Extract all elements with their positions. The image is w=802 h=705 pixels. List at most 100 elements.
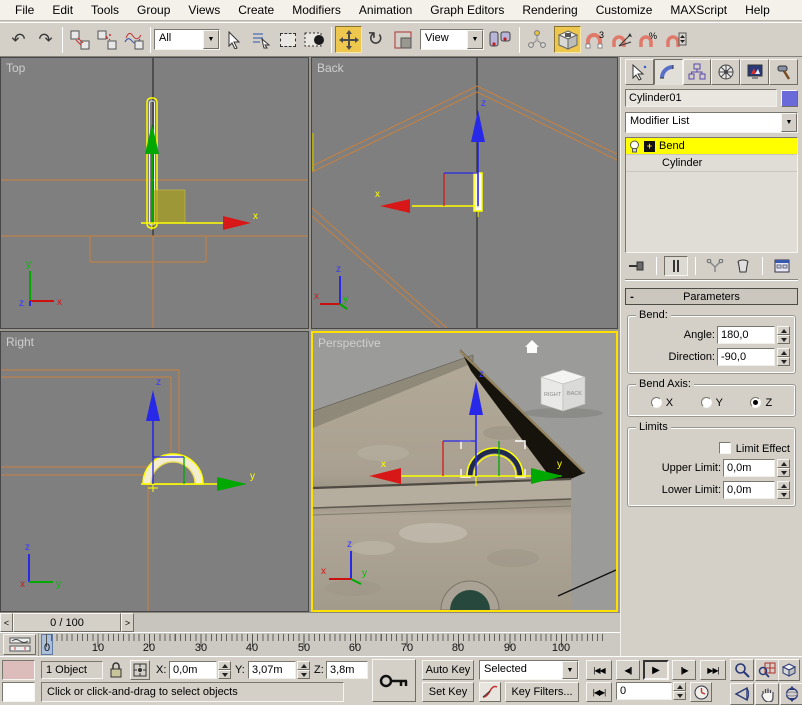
menu-file[interactable]: File (6, 1, 43, 19)
x-coord-spinner[interactable] (218, 661, 231, 679)
play-button[interactable]: ▶ (643, 660, 669, 680)
maxscript-mini-listener-pink[interactable] (2, 660, 35, 680)
tab-utilities[interactable] (769, 59, 798, 85)
y-coord-field[interactable] (248, 661, 296, 679)
menu-animation[interactable]: Animation (350, 1, 421, 19)
time-slider-prev-button[interactable]: < (0, 613, 13, 632)
limit-effect-checkbox[interactable]: Limit Effect (719, 442, 790, 455)
lightbulb-icon[interactable] (629, 140, 640, 153)
y-coord-spinner[interactable] (297, 661, 310, 679)
viewport-perspective[interactable]: Perspective (311, 331, 618, 612)
absolute-mode-toggle[interactable] (130, 660, 150, 680)
bind-to-spacewarp-button[interactable] (120, 26, 147, 53)
upper-limit-spinner[interactable] (777, 459, 790, 477)
menu-graph-editors[interactable]: Graph Editors (421, 1, 513, 19)
bend-axis-y-radio[interactable]: Y (701, 397, 723, 409)
percent-snap-button[interactable]: % (635, 26, 662, 53)
next-frame-button[interactable]: ||▶ (672, 660, 696, 680)
pin-stack-button[interactable] (625, 256, 649, 276)
tab-motion[interactable] (711, 59, 740, 85)
gizmo-xy-plane[interactable] (154, 190, 185, 223)
tab-modify[interactable] (654, 59, 683, 85)
time-slider-handle[interactable]: 0 / 100 (13, 613, 121, 632)
viewport-right[interactable]: Right y (0, 331, 309, 612)
zoom-extents-button[interactable] (778, 659, 800, 681)
select-and-link-button[interactable] (66, 26, 93, 53)
previous-frame-button[interactable]: ◀|| (616, 660, 640, 680)
angle-field[interactable] (717, 326, 775, 344)
field-of-view-button[interactable] (730, 683, 754, 705)
object-color-swatch[interactable] (781, 90, 798, 107)
undo-button[interactable]: ↶ (5, 26, 32, 53)
window-crossing-button[interactable] (301, 26, 328, 53)
tab-display[interactable] (740, 59, 769, 85)
snap-3d-button[interactable]: 3 (581, 26, 608, 53)
reference-coordinate-dropdown[interactable]: View ▼ (420, 29, 484, 50)
unlink-selection-button[interactable] (93, 26, 120, 53)
viewport-right-label[interactable]: Right (6, 335, 34, 349)
menu-maxscript[interactable]: MAXScript (661, 1, 736, 19)
use-pivot-point-center-button[interactable] (484, 26, 516, 53)
direction-spinner[interactable] (777, 348, 790, 366)
time-configuration-button[interactable] (690, 682, 712, 702)
selection-lock-toggle[interactable] (108, 660, 124, 683)
track-bar-ruler[interactable]: 0 10 20 30 40 50 60 70 80 90 100 (38, 633, 616, 657)
tab-hierarchy[interactable] (683, 59, 712, 85)
selection-filter-dropdown[interactable]: All ▼ (154, 29, 220, 50)
spinner-snap-button[interactable] (662, 26, 689, 53)
gizmo-z-arrow[interactable] (471, 110, 485, 206)
angle-snap-button[interactable] (608, 26, 635, 53)
make-unique-button[interactable] (703, 256, 727, 276)
pan-button[interactable] (755, 683, 779, 705)
parameters-rollout-header[interactable]: - Parameters (625, 288, 798, 305)
menu-edit[interactable]: Edit (43, 1, 82, 19)
tab-create[interactable] (625, 59, 654, 85)
viewport-top[interactable]: Top (0, 57, 309, 329)
modifier-list-dropdown[interactable]: Modifier List ▼ (625, 112, 798, 133)
configure-modifier-sets-button[interactable] (770, 256, 794, 276)
current-frame-field[interactable] (616, 682, 672, 700)
select-and-manipulate-button[interactable] (523, 26, 550, 53)
select-and-move-button[interactable] (335, 26, 362, 53)
auto-key-button[interactable]: Auto Key (422, 660, 474, 680)
redo-button[interactable]: ↷ (32, 26, 59, 53)
zoom-button[interactable] (730, 659, 754, 681)
menu-create[interactable]: Create (229, 1, 283, 19)
menu-rendering[interactable]: Rendering (513, 1, 586, 19)
select-and-rotate-button[interactable]: ↻ (362, 26, 389, 53)
key-filters-button[interactable]: Key Filters... (505, 682, 579, 702)
menu-tools[interactable]: Tools (82, 1, 128, 19)
time-slider-next-button[interactable]: > (121, 613, 134, 632)
set-keys-button[interactable] (372, 659, 416, 702)
bent-cylinder-arch[interactable] (143, 454, 203, 484)
rectangular-selection-region-button[interactable] (274, 26, 301, 53)
default-tangents-button[interactable] (479, 682, 501, 702)
show-end-result-button[interactable] (664, 256, 688, 276)
direction-field[interactable] (717, 348, 775, 366)
x-coord-field[interactable] (169, 661, 217, 679)
menu-views[interactable]: Views (179, 1, 229, 19)
stack-item-bend[interactable]: + Bend (626, 138, 797, 155)
arc-rotate-button[interactable] (780, 683, 802, 705)
go-to-start-button[interactable]: |◀◀ (586, 660, 612, 680)
z-coord-field[interactable] (326, 661, 368, 679)
menu-modifiers[interactable]: Modifiers (283, 1, 350, 19)
key-mode-toggle-button[interactable]: |◀▶| (586, 682, 612, 702)
gizmo-x-arrow[interactable] (380, 199, 476, 213)
lower-limit-field[interactable] (723, 481, 775, 499)
select-by-name-button[interactable] (247, 26, 274, 53)
angle-spinner[interactable] (777, 326, 790, 344)
set-key-button[interactable]: Set Key (422, 682, 474, 702)
zoom-all-button[interactable] (755, 659, 779, 681)
expand-plus-icon[interactable]: + (644, 141, 655, 152)
track-bar[interactable]: 0 10 20 30 40 50 60 70 80 90 100 (0, 632, 620, 656)
go-to-end-button[interactable]: ▶▶| (700, 660, 726, 680)
upper-limit-field[interactable] (723, 459, 775, 477)
viewcube-right-face[interactable]: RIGHT (544, 392, 562, 398)
gizmo-plane-handle[interactable] (444, 173, 478, 217)
select-and-scale-button[interactable] (389, 26, 416, 53)
lower-limit-spinner[interactable] (777, 481, 790, 499)
viewport-back-label[interactable]: Back (317, 61, 344, 75)
menu-help[interactable]: Help (736, 1, 779, 19)
snaps-toggle-button[interactable] (554, 26, 581, 53)
